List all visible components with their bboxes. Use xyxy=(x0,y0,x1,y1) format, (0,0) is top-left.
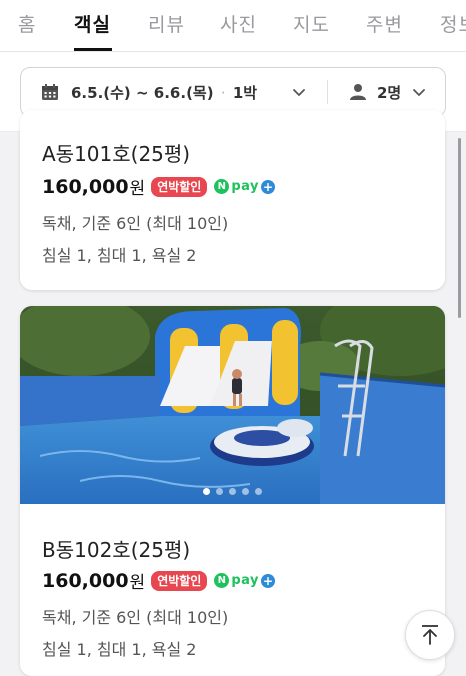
calendar-icon xyxy=(42,84,58,100)
tab-info[interactable]: 정보 xyxy=(440,10,466,37)
npay-label: pay xyxy=(231,179,260,194)
currency-unit: 원 xyxy=(129,179,146,199)
date-separator: · xyxy=(220,84,226,102)
tab-bar: 홈 객실 리뷰 사진 지도 주변 정보 xyxy=(0,0,466,52)
npay-logo-icon: N xyxy=(214,573,230,588)
filter-divider xyxy=(327,80,328,104)
active-tab-indicator xyxy=(74,48,112,51)
npay-logo-icon: N xyxy=(214,179,230,194)
price-row: 160,000 원 연박할인 N pay + xyxy=(42,174,277,199)
tab-reviews[interactable]: 리뷰 xyxy=(148,10,185,37)
tab-nearby[interactable]: 주변 xyxy=(366,10,403,37)
currency-unit: 원 xyxy=(129,573,146,593)
pagination-dot[interactable] xyxy=(255,488,262,495)
room-card[interactable]: A동101호(25평) 160,000 원 연박할인 N pay + 독채, 기… xyxy=(20,110,445,290)
room-card[interactable]: B동102호(25평) 160,000 원 연박할인 N pay + 독채, 기… xyxy=(20,306,445,676)
tab-home[interactable]: 홈 xyxy=(18,10,36,37)
person-icon xyxy=(350,84,366,100)
photo-pagination xyxy=(20,488,445,495)
discount-badge: 연박할인 xyxy=(151,176,208,197)
tab-rooms[interactable]: 객실 xyxy=(74,10,111,37)
scrollbar[interactable] xyxy=(458,138,461,318)
pagination-dot[interactable] xyxy=(229,488,236,495)
room-facilities: 침실 1, 침대 1, 욕실 2 xyxy=(42,640,197,659)
pagination-dot[interactable] xyxy=(203,488,210,495)
room-photo[interactable] xyxy=(20,306,445,504)
tab-photos[interactable]: 사진 xyxy=(220,10,257,37)
nights-text: 1박 xyxy=(232,84,258,102)
npay-badge: N pay + xyxy=(213,572,277,589)
room-name: B동102호(25평) xyxy=(42,538,191,562)
room-price: 160,000 xyxy=(42,569,129,592)
scroll-top-button[interactable] xyxy=(405,610,455,660)
chevron-down-icon[interactable] xyxy=(291,84,307,100)
arrow-up-icon xyxy=(422,625,438,645)
plus-icon: + xyxy=(261,179,276,194)
price-row: 160,000 원 연박할인 N pay + xyxy=(42,568,277,593)
room-price: 160,000 xyxy=(42,175,129,198)
date-range-button[interactable]: 6.5.(수) ~ 6.6.(목) · 1박 xyxy=(71,82,257,103)
npay-badge: N pay + xyxy=(213,178,277,195)
room-occupancy: 독채, 기준 6인 (최대 10인) xyxy=(42,214,229,233)
plus-icon: + xyxy=(261,573,276,588)
pagination-dot[interactable] xyxy=(242,488,249,495)
room-facilities: 침실 1, 침대 1, 욕실 2 xyxy=(42,246,197,265)
discount-badge: 연박할인 xyxy=(151,570,208,591)
room-name: A동101호(25평) xyxy=(42,142,191,166)
room-occupancy: 독채, 기준 6인 (최대 10인) xyxy=(42,608,229,627)
pagination-dot[interactable] xyxy=(216,488,223,495)
date-range-text: 6.5.(수) ~ 6.6.(목) xyxy=(71,84,214,102)
tab-map[interactable]: 지도 xyxy=(293,10,330,37)
chevron-down-icon[interactable] xyxy=(411,84,427,100)
npay-label: pay xyxy=(231,573,260,588)
guest-count-button[interactable]: 2명 xyxy=(377,82,401,103)
